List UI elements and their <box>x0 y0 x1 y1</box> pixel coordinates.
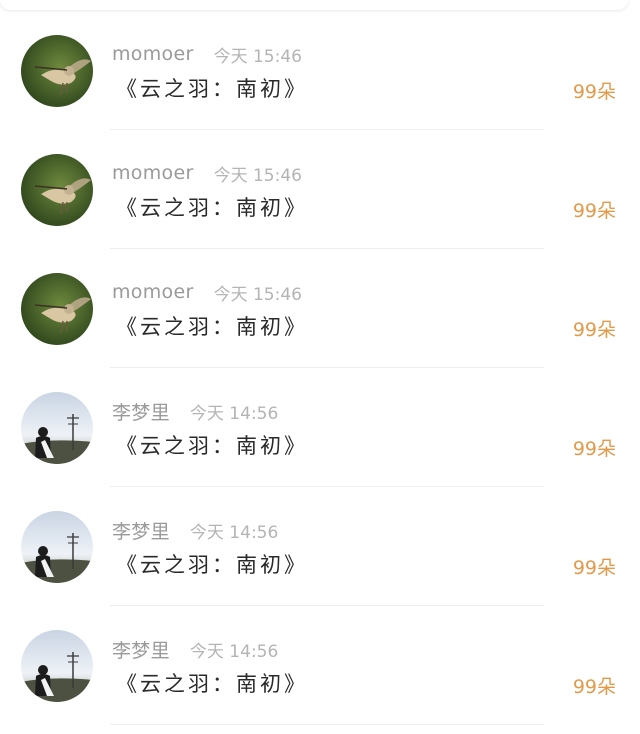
comment-meta: 李梦里 今天 14:56 <box>112 517 278 543</box>
comment-meta: 李梦里 今天 14:56 <box>112 636 278 662</box>
timestamp: 今天 15:46 <box>213 46 302 67</box>
gift-title: 《云之羽：南初》 <box>116 434 308 458</box>
username[interactable]: 李梦里 <box>112 398 170 425</box>
girl-landscape-avatar-icon <box>21 511 93 583</box>
flower-count: 99朵 <box>572 557 616 579</box>
list-item[interactable]: 李梦里 今天 14:56 《云之羽：南初》 99朵 <box>0 487 640 606</box>
avatar[interactable] <box>21 154 93 226</box>
timestamp: 今天 15:46 <box>213 284 302 305</box>
hummingbird-avatar-icon <box>21 273 93 345</box>
comment-meta: 李梦里 今天 14:56 <box>112 398 278 424</box>
gift-title: 《云之羽：南初》 <box>116 672 308 696</box>
username[interactable]: 李梦里 <box>112 636 170 663</box>
gift-title: 《云之羽：南初》 <box>116 315 308 339</box>
timestamp: 今天 14:56 <box>189 641 279 662</box>
avatar[interactable] <box>21 273 93 345</box>
avatar[interactable] <box>21 392 93 464</box>
hummingbird-avatar-icon <box>21 154 93 226</box>
divider <box>110 724 544 725</box>
username[interactable]: momoer <box>112 43 194 65</box>
flower-count: 99朵 <box>572 676 616 698</box>
gift-title: 《云之羽：南初》 <box>116 553 308 577</box>
hummingbird-avatar-icon <box>21 35 93 107</box>
list-item[interactable]: momoer 今天 15:46 《云之羽：南初》 99朵 <box>0 249 640 368</box>
flower-count: 99朵 <box>572 81 616 103</box>
gift-title: 《云之羽：南初》 <box>116 196 308 220</box>
comment-meta: momoer 今天 15:46 <box>112 160 302 186</box>
flower-count: 99朵 <box>572 200 616 222</box>
list-item[interactable]: 李梦里 今天 14:56 《云之羽：南初》 99朵 <box>0 606 640 725</box>
username[interactable]: momoer <box>112 281 194 303</box>
list-item[interactable]: 李梦里 今天 14:56 《云之羽：南初》 99朵 <box>0 368 640 487</box>
timestamp: 今天 15:46 <box>213 165 302 186</box>
avatar[interactable] <box>21 511 93 583</box>
avatar[interactable] <box>21 630 93 702</box>
list-item[interactable]: momoer 今天 15:46 《云之羽：南初》 99朵 <box>0 130 640 249</box>
list-item[interactable]: momoer 今天 15:46 《云之羽：南初》 99朵 <box>0 11 640 130</box>
flower-count: 99朵 <box>572 438 616 460</box>
gift-title: 《云之羽：南初》 <box>116 77 308 101</box>
comment-meta: momoer 今天 15:46 <box>112 279 302 305</box>
previous-card-edge <box>0 0 628 10</box>
gift-comment-list: momoer 今天 15:46 《云之羽：南初》 99朵 momoer 今天 1… <box>0 11 640 725</box>
avatar[interactable] <box>21 35 93 107</box>
username[interactable]: 李梦里 <box>112 517 170 544</box>
timestamp: 今天 14:56 <box>189 522 279 543</box>
timestamp: 今天 14:56 <box>189 403 279 424</box>
girl-landscape-avatar-icon <box>21 630 93 702</box>
username[interactable]: momoer <box>112 162 194 184</box>
comment-meta: momoer 今天 15:46 <box>112 41 302 67</box>
flower-count: 99朵 <box>572 319 616 341</box>
girl-landscape-avatar-icon <box>21 392 93 464</box>
